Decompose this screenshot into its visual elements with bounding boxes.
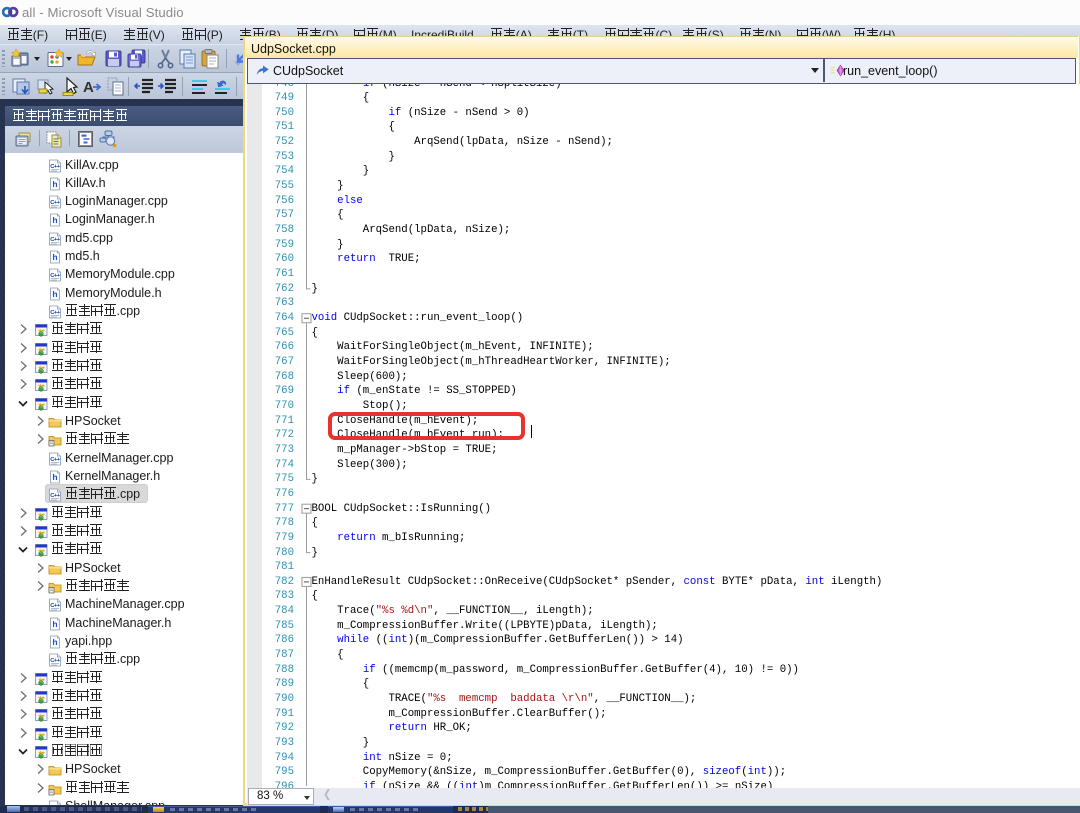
- svg-text:A: A: [83, 79, 94, 96]
- svg-text:h: h: [52, 619, 57, 629]
- svg-text:h: h: [52, 179, 57, 189]
- svg-text:C++: C++: [50, 603, 61, 609]
- svg-text:h: h: [52, 637, 57, 647]
- svg-text:C++: C++: [50, 163, 61, 169]
- svg-text:h: h: [52, 252, 57, 262]
- svg-text:C++: C++: [50, 237, 61, 243]
- svg-text:C++: C++: [50, 658, 61, 664]
- svg-text:C++: C++: [50, 310, 61, 316]
- svg-text:C++: C++: [50, 457, 61, 463]
- svg-text:C++: C++: [50, 273, 61, 279]
- svg-text:C++: C++: [50, 493, 61, 499]
- svg-text:C++: C++: [50, 200, 61, 206]
- svg-text:h: h: [52, 289, 57, 299]
- svg-text:h: h: [52, 472, 57, 482]
- svg-text:h: h: [52, 215, 57, 225]
